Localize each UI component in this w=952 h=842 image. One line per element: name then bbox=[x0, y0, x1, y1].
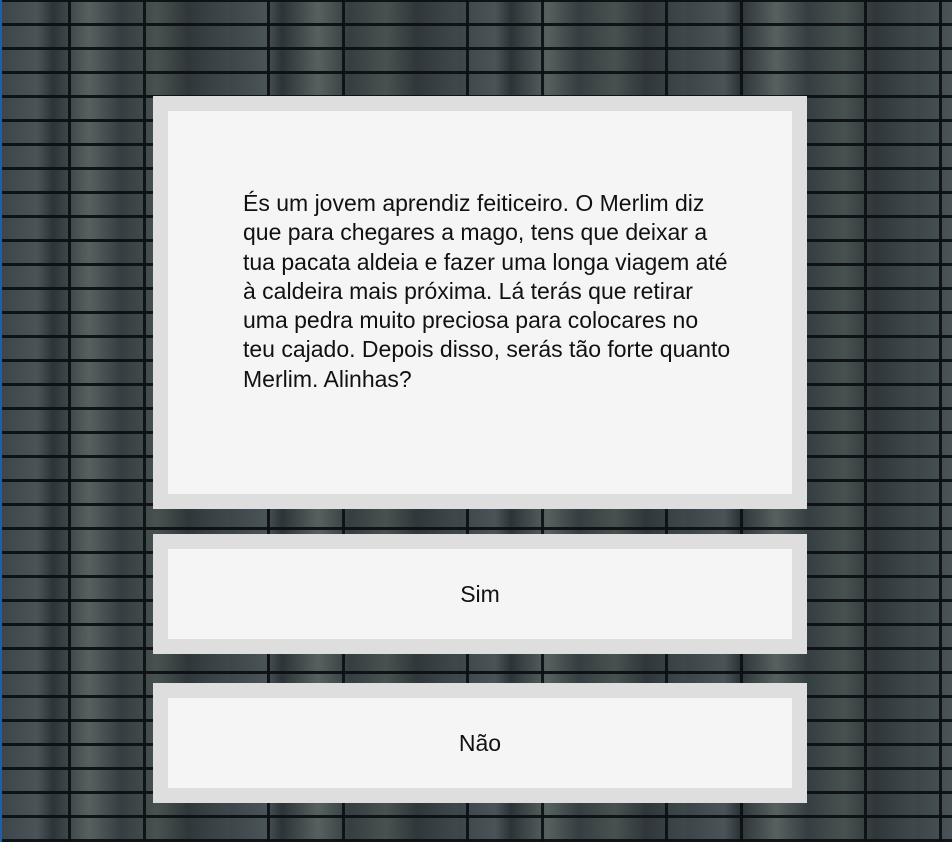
choice-yes-label: Sim bbox=[460, 580, 500, 607]
choice-no-button[interactable]: Não bbox=[153, 683, 807, 803]
story-panel: És um jovem aprendiz feiticeiro. O Merli… bbox=[153, 96, 807, 509]
window-edge bbox=[0, 0, 2, 842]
story-text: És um jovem aprendiz feiticeiro. O Merli… bbox=[243, 190, 731, 392]
choice-no-label: Não bbox=[458, 729, 502, 756]
choice-yes-button[interactable]: Sim bbox=[153, 534, 807, 654]
